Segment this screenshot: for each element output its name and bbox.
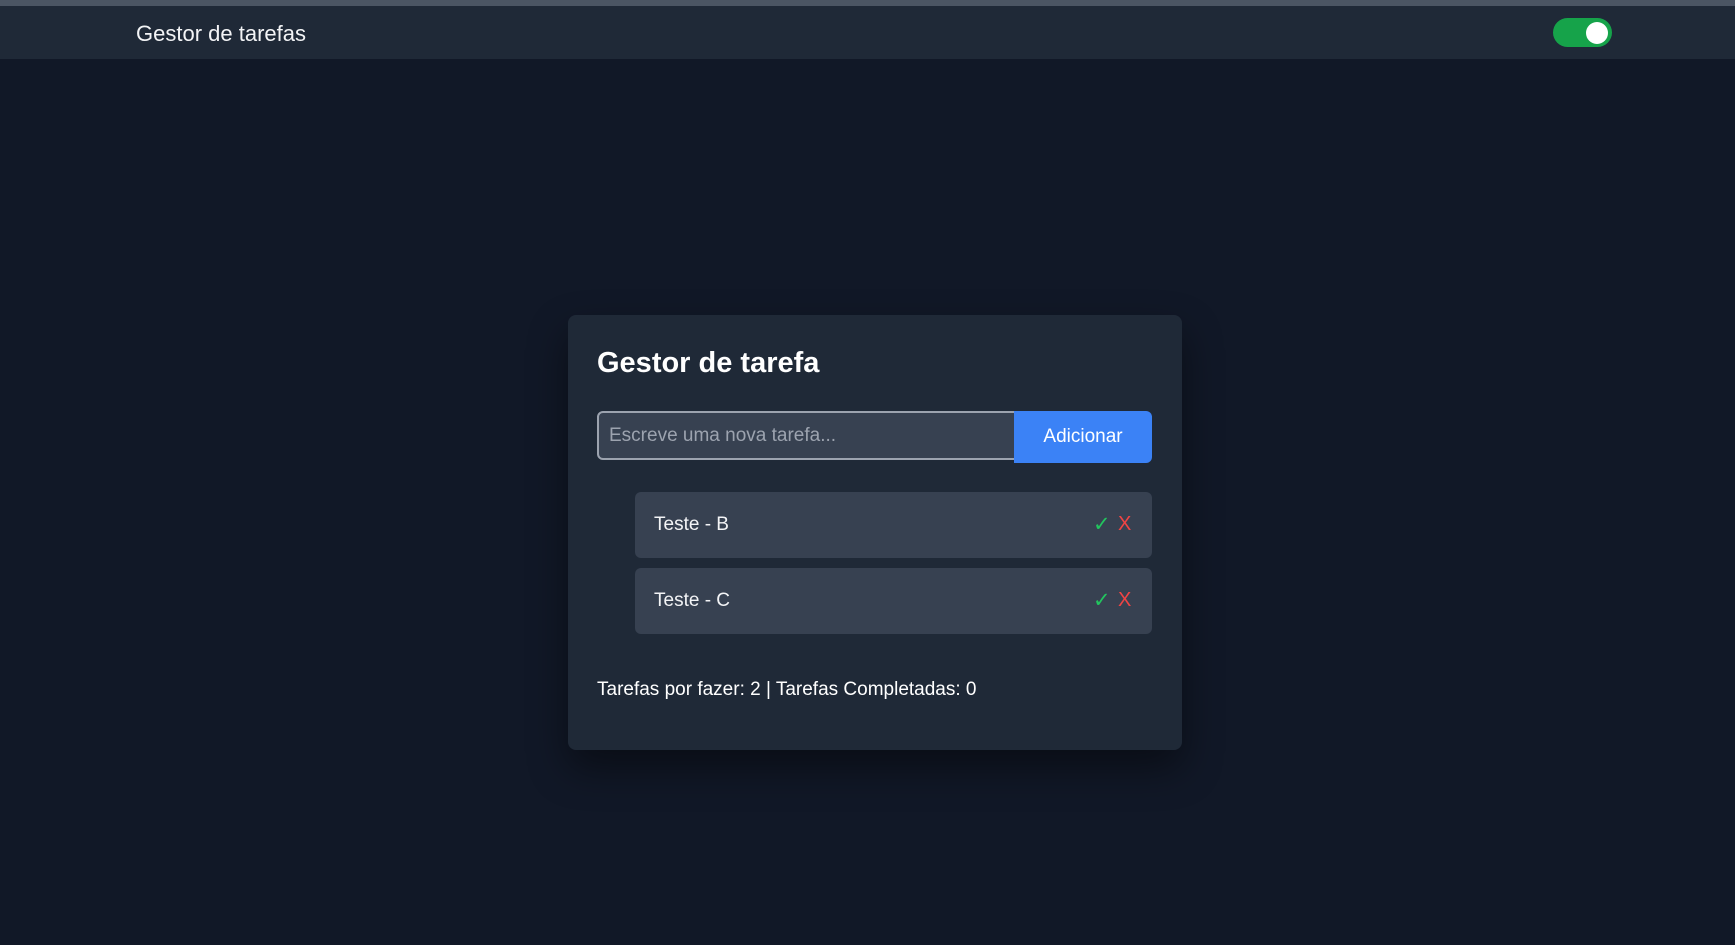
task-manager-card: Gestor de tarefa Adicionar Teste - B ✓ X…	[568, 315, 1182, 750]
task-item: Teste - B ✓ X	[635, 492, 1152, 558]
task-list: Teste - B ✓ X Teste - C ✓ X	[635, 492, 1152, 644]
complete-task-icon[interactable]: ✓	[1093, 588, 1111, 613]
task-item: Teste - C ✓ X	[635, 568, 1152, 634]
toggle-knob	[1586, 22, 1608, 44]
task-stats: Tarefas por fazer: 2 | Tarefas Completad…	[597, 679, 977, 700]
navbar: Gestor de tarefas	[0, 6, 1735, 59]
complete-task-icon[interactable]: ✓	[1093, 512, 1111, 537]
theme-toggle[interactable]	[1553, 18, 1612, 47]
app-title: Gestor de tarefas	[136, 21, 306, 46]
delete-task-icon[interactable]: X	[1118, 513, 1131, 536]
add-task-button[interactable]: Adicionar	[1014, 411, 1152, 463]
card-title: Gestor de tarefa	[597, 347, 820, 379]
task-label: Teste - B	[654, 514, 729, 535]
new-task-input[interactable]	[597, 411, 1021, 460]
delete-task-icon[interactable]: X	[1118, 589, 1131, 612]
task-label: Teste - C	[654, 590, 731, 611]
